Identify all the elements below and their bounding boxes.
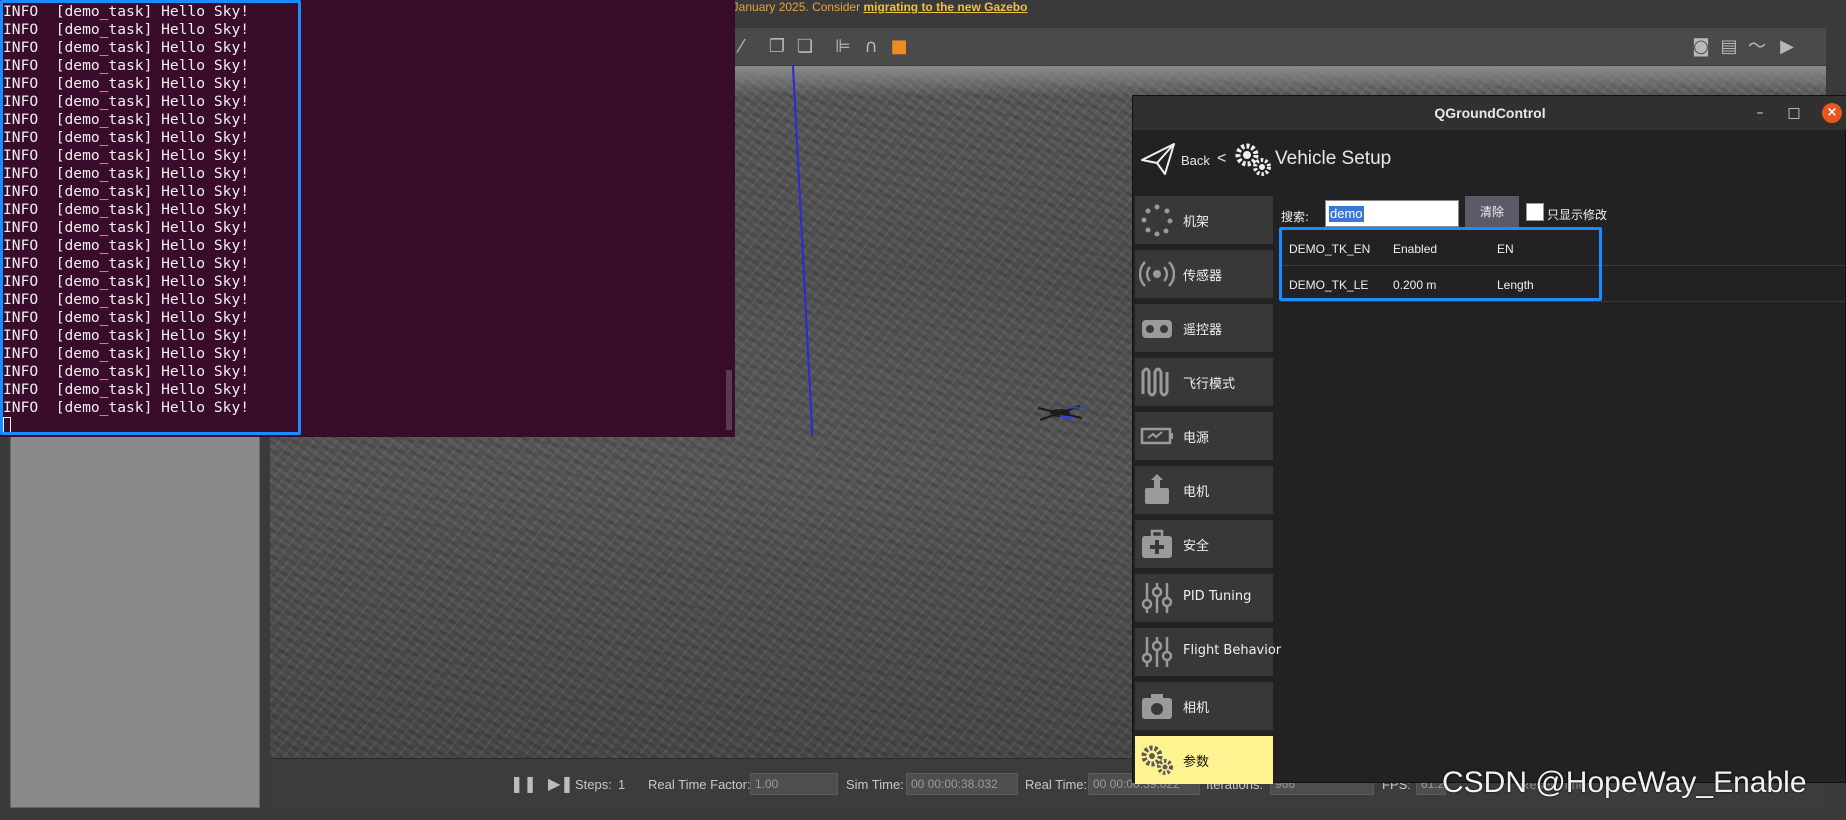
pid-tuning-icon (1141, 583, 1173, 613)
params-highlight-box (1279, 227, 1602, 301)
sidebar-item-label: 安全 (1183, 539, 1210, 554)
rtf-label: Real Time Factor: (648, 777, 751, 792)
show-modified-checkbox[interactable] (1526, 203, 1544, 221)
parameters-icon (1141, 745, 1173, 775)
terminal-window[interactable]: INFO [demo_task] Hello Sky! INFO [demo_ta… (0, 0, 735, 437)
flight-behavior-icon (1141, 637, 1173, 667)
window-title: QGroundControl (1434, 105, 1546, 121)
real-time-label: Real Time: (1025, 777, 1088, 792)
migrate-gazebo-link[interactable]: migrating to the new Gazebo (863, 0, 1027, 14)
breadcrumb-separator: < (1217, 150, 1227, 167)
minimize-icon[interactable]: – (1751, 104, 1769, 122)
banner-text: in January 2025. Consider (720, 0, 861, 14)
sidebar-item-flight-behavior[interactable]: Flight Behavior (1135, 628, 1281, 676)
screenshot-icon[interactable]: ◙ (1690, 36, 1712, 58)
terminal-scrollbar[interactable] (726, 370, 732, 430)
snap-icon[interactable]: ∩ (860, 36, 882, 58)
sidebar-item-power[interactable]: 电源 (1135, 412, 1273, 460)
drone-model-icon (1037, 405, 1087, 421)
sensors-icon (1139, 261, 1175, 287)
sidebar-item-label: 电源 (1183, 431, 1210, 446)
sidebar-item-radio[interactable]: 遥控器 (1135, 304, 1273, 352)
steps-value[interactable]: 1 (618, 777, 625, 792)
qgc-titlebar[interactable]: QGroundControl – □ × (1133, 96, 1846, 130)
sim-time-label: Sim Time: (846, 777, 904, 792)
close-icon[interactable]: × (1822, 103, 1842, 123)
paste-icon[interactable]: ❏ (794, 36, 816, 58)
show-modified-label: 只显示修改 (1547, 208, 1608, 222)
desktop: in January 2025. Consider migrating to t… (0, 0, 1846, 820)
search-label: 搜索: (1281, 210, 1310, 224)
gazebo-toolbar: ⁄ ❐ ❏ ⊫ ∩ ■ ◙ ▤ 〜 ▶ (720, 28, 1826, 66)
sidebar-item-pid-tuning[interactable]: PID Tuning (1135, 574, 1273, 622)
safety-icon (1142, 529, 1172, 558)
copy-icon[interactable]: ❐ (766, 36, 788, 58)
sidebar-item-label: 传感器 (1183, 269, 1223, 284)
terminal-highlight-box (0, 0, 301, 435)
sidebar-item-label: 相机 (1183, 701, 1210, 716)
sidebar-item-label: 遥控器 (1183, 323, 1223, 338)
sidebar-item-label: Flight Behavior (1183, 643, 1282, 658)
sidebar-item-parameters[interactable]: 参数 (1135, 736, 1273, 784)
shape-box-icon[interactable]: ■ (888, 36, 910, 58)
maximize-icon[interactable]: □ (1785, 104, 1803, 122)
back-button[interactable]: Back (1181, 153, 1210, 168)
sidebar-item-label: 飞行模式 (1183, 377, 1236, 392)
gears-icon (1235, 143, 1271, 176)
align-icon[interactable]: ⊫ (832, 36, 854, 58)
rtf-field: 1.00 (750, 773, 838, 795)
gazebo-deprecation-banner: in January 2025. Consider migrating to t… (720, 0, 1027, 16)
flight-modes-icon (1141, 367, 1169, 397)
clear-button[interactable]: 清除 (1465, 196, 1519, 229)
watermark: CSDN @HopeWay_Enable (1442, 766, 1807, 799)
sidebar-item-label: PID Tuning (1183, 589, 1252, 604)
pause-icon[interactable]: ❚❚ (510, 773, 537, 795)
paper-plane-icon[interactable] (1139, 140, 1177, 178)
camera-icon (1142, 694, 1172, 719)
qgroundcontrol-window: QGroundControl – □ × Back < Vehicle Setu… (1132, 95, 1846, 784)
search-input-value: demo (1329, 206, 1364, 222)
log-icon[interactable]: ▤ (1718, 36, 1740, 58)
video-record-icon[interactable]: ▶ (1776, 36, 1798, 58)
sidebar-item-label: 电机 (1183, 485, 1210, 500)
gazebo-left-panel (10, 430, 260, 808)
search-input[interactable]: demo (1325, 200, 1459, 227)
sidebar-item-camera[interactable]: 相机 (1135, 682, 1273, 730)
sim-time-field: 00 00:00:38.032 (906, 773, 1018, 795)
sidebar-item-safety[interactable]: 安全 (1135, 520, 1273, 568)
airframe-icon (1141, 204, 1173, 237)
sidebar-item-airframe[interactable]: 机架 (1135, 196, 1273, 244)
motors-icon (1145, 474, 1169, 504)
plot-icon[interactable]: 〜 (1746, 36, 1768, 58)
sidebar-item-label: 机架 (1183, 215, 1210, 230)
sidebar-item-sensors[interactable]: 传感器 (1135, 250, 1273, 298)
sidebar-item-label: 参数 (1183, 755, 1210, 770)
page-title: Vehicle Setup (1275, 148, 1392, 169)
steps-label: Steps: (575, 777, 612, 792)
power-icon (1140, 427, 1173, 445)
radio-icon (1142, 320, 1172, 338)
sidebar-item-motors[interactable]: 电机 (1135, 466, 1273, 514)
step-icon[interactable]: ▶❚ (548, 773, 574, 795)
sidebar-item-flight-modes[interactable]: 飞行模式 (1135, 358, 1273, 406)
